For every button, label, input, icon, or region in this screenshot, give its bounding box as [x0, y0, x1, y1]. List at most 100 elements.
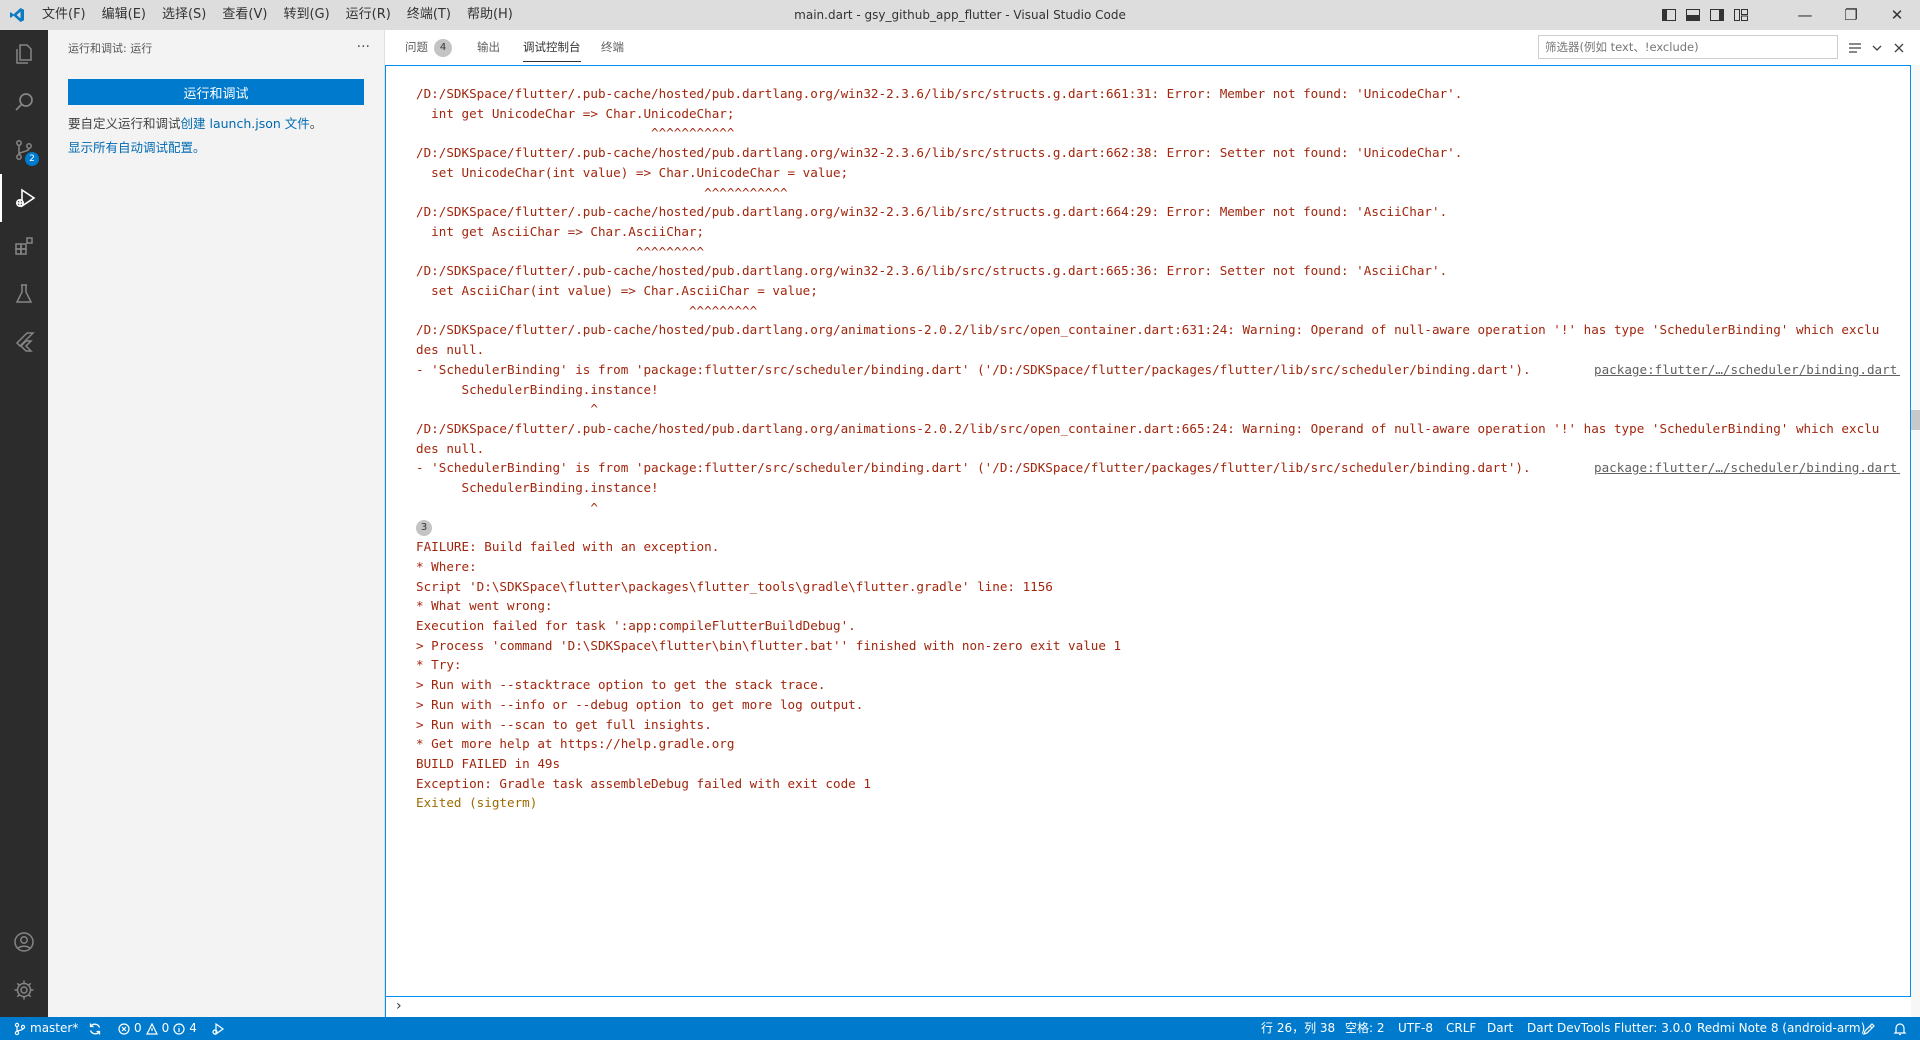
debug-status-icon[interactable]	[211, 1017, 225, 1040]
restore-button[interactable]: ❐	[1828, 0, 1874, 30]
console-filter-input[interactable]: 筛选器(例如 text、!exclude)	[1538, 35, 1838, 59]
console-line: ^^^^^^^^^	[416, 301, 1900, 321]
show-all-configs: 显示所有自动调试配置。	[68, 139, 364, 157]
run-and-debug-button[interactable]: 运行和调试	[68, 79, 364, 105]
console-line: /D:/SDKSpace/flutter/.pub-cache/hosted/p…	[416, 419, 1900, 439]
chevron-down-icon[interactable]	[1866, 30, 1888, 65]
console-line: * What went wrong:	[416, 596, 1900, 616]
menu-go[interactable]: 转到(G)	[275, 0, 337, 30]
menu-help[interactable]: 帮助(H)	[459, 0, 521, 30]
tab-debug-console[interactable]: 调试控制台	[523, 30, 581, 65]
indentation[interactable]: 空格: 2	[1345, 1017, 1385, 1040]
device-selector[interactable]: Redmi Note 8 (android-arm)	[1697, 1017, 1865, 1040]
menu-file[interactable]: 文件(F)	[34, 0, 94, 30]
console-line: - 'SchedulerBinding' is from 'package:fl…	[416, 360, 1900, 380]
line-ending[interactable]: CRLF	[1446, 1017, 1476, 1040]
branch-indicator[interactable]: master*	[14, 1017, 78, 1040]
console-line: * Try:	[416, 655, 1900, 675]
console-line-text: int get UnicodeChar => Char.UnicodeChar;	[416, 105, 735, 121]
console-line-text: BUILD FAILED in 49s	[416, 755, 561, 771]
tab-terminal[interactable]: 终端	[601, 30, 624, 65]
toggle-panel-icon[interactable]	[1682, 0, 1704, 30]
dart-devtools[interactable]: Dart DevTools	[1527, 1017, 1610, 1040]
console-line-text: /D:/SDKSpace/flutter/.pub-cache/hosted/p…	[416, 322, 1880, 338]
notifications-bell-icon[interactable]	[1893, 1017, 1907, 1040]
console-line: Exited (sigterm)	[416, 793, 1900, 813]
info-icon	[173, 1022, 185, 1035]
menu-selection[interactable]: 选择(S)	[154, 0, 214, 30]
console-line-text: > Process 'command 'D:\SDKSpace\flutter\…	[416, 637, 1122, 653]
panel-tabs: 问题 4 输出 调试控制台 终端 筛选器(例如 text、!exclude)	[385, 30, 1920, 65]
console-line-text: set UnicodeChar(int value) => Char.Unico…	[416, 164, 849, 180]
sync-icon[interactable]	[88, 1017, 102, 1040]
language-mode[interactable]: Dart	[1487, 1017, 1513, 1040]
testing-icon[interactable]	[0, 270, 48, 318]
console-line: ^^^^^^^^^^^	[416, 123, 1900, 143]
toggle-primary-sidebar-icon[interactable]	[1658, 0, 1680, 30]
console-line-text: - 'SchedulerBinding' is from 'package:fl…	[416, 361, 1531, 377]
scrollbar-thumb[interactable]	[1911, 410, 1920, 430]
console-line-text: /D:/SDKSpace/flutter/.pub-cache/hosted/p…	[416, 145, 1463, 161]
error-count: 0	[134, 1021, 142, 1035]
settings-gear-icon[interactable]	[0, 966, 48, 1014]
debug-console-output[interactable]: /D:/SDKSpace/flutter/.pub-cache/hosted/p…	[385, 65, 1911, 997]
search-icon[interactable]	[0, 78, 48, 126]
customize-layout-icon[interactable]	[1730, 0, 1752, 30]
window-title: main.dart - gsy_github_app_flutter - Vis…	[794, 8, 1126, 22]
console-line: /D:/SDKSpace/flutter/.pub-cache/hosted/p…	[416, 84, 1900, 104]
encoding[interactable]: UTF-8	[1398, 1017, 1433, 1040]
toggle-secondary-sidebar-icon[interactable]	[1706, 0, 1728, 30]
menu-terminal[interactable]: 终端(T)	[399, 0, 459, 30]
show-all-debug-configs-link[interactable]: 显示所有自动调试配置。	[68, 140, 206, 155]
menu-view[interactable]: 查看(V)	[214, 0, 275, 30]
tab-output-label: 输出	[477, 40, 500, 54]
explorer-icon[interactable]	[0, 30, 48, 78]
tab-problems-label: 问题	[405, 40, 428, 54]
console-line-text: Exited (sigterm)	[416, 795, 538, 811]
menu-edit[interactable]: 编辑(E)	[94, 0, 154, 30]
account-icon[interactable]	[0, 918, 48, 966]
clear-console-icon[interactable]	[1844, 30, 1866, 65]
tab-output[interactable]: 输出	[477, 30, 500, 65]
minimize-button[interactable]: —	[1782, 0, 1828, 30]
customize-hint: 要自定义运行和调试创建 launch.json 文件。	[68, 115, 364, 133]
tab-terminal-label: 终端	[601, 40, 624, 54]
flutter-version[interactable]: Flutter: 3.0.0	[1614, 1017, 1692, 1040]
create-launch-json-link[interactable]: 创建 launch.json 文件	[181, 116, 310, 131]
close-button[interactable]: ✕	[1874, 0, 1920, 30]
tab-problems[interactable]: 问题 4	[405, 30, 452, 65]
menu-bar: 文件(F) 编辑(E) 选择(S) 查看(V) 转到(G) 运行(R) 终端(T…	[34, 0, 521, 30]
activity-bar: 2	[0, 30, 48, 1017]
console-repl-input[interactable]: ›	[385, 997, 1911, 1017]
git-branch-icon	[14, 1022, 26, 1035]
console-scrollbar[interactable]	[1911, 65, 1920, 1017]
console-line-text: Execution failed for task ':app:compileF…	[416, 617, 856, 633]
cursor-position[interactable]: 行 26，列 38	[1261, 1017, 1335, 1040]
flutter-icon[interactable]	[0, 318, 48, 366]
menu-run[interactable]: 运行(R)	[338, 0, 399, 30]
console-line: 3	[416, 517, 1900, 537]
console-line: * Where:	[416, 557, 1900, 577]
feedback-icon[interactable]	[1862, 1017, 1876, 1040]
repl-prompt-icon: ›	[396, 998, 402, 1014]
extensions-icon[interactable]	[0, 222, 48, 270]
sidebar-title: 运行和调试: 运行	[68, 41, 153, 55]
vscode-logo-icon[interactable]	[0, 0, 34, 30]
source-location-link[interactable]: package:flutter/…/scheduler/binding.dart…	[1594, 458, 1900, 478]
title-bar: 文件(F) 编辑(E) 选择(S) 查看(V) 转到(G) 运行(R) 终端(T…	[0, 0, 1920, 30]
console-line-text: des null.	[416, 440, 485, 456]
console-line: set UnicodeChar(int value) => Char.Unico…	[416, 163, 1900, 183]
problems-indicator[interactable]: 0 0 4	[118, 1017, 197, 1040]
source-control-icon[interactable]: 2	[0, 126, 48, 174]
console-line-text: Script 'D:\SDKSpace\flutter\packages\flu…	[416, 578, 1053, 594]
more-actions-icon[interactable]: ···	[357, 30, 370, 65]
source-location-link[interactable]: package:flutter/…/scheduler/binding.dart…	[1594, 360, 1900, 380]
console-line: ^^^^^^^^^	[416, 242, 1900, 262]
run-debug-icon[interactable]	[0, 174, 48, 222]
customize-hint-prefix: 要自定义运行和调试	[68, 116, 181, 131]
console-line-text: /D:/SDKSpace/flutter/.pub-cache/hosted/p…	[416, 86, 1463, 101]
console-line: ^	[416, 498, 1900, 518]
close-panel-icon[interactable]	[1888, 30, 1910, 65]
console-line: FAILURE: Build failed with an exception.	[416, 537, 1900, 557]
console-line: /D:/SDKSpace/flutter/.pub-cache/hosted/p…	[416, 143, 1900, 163]
